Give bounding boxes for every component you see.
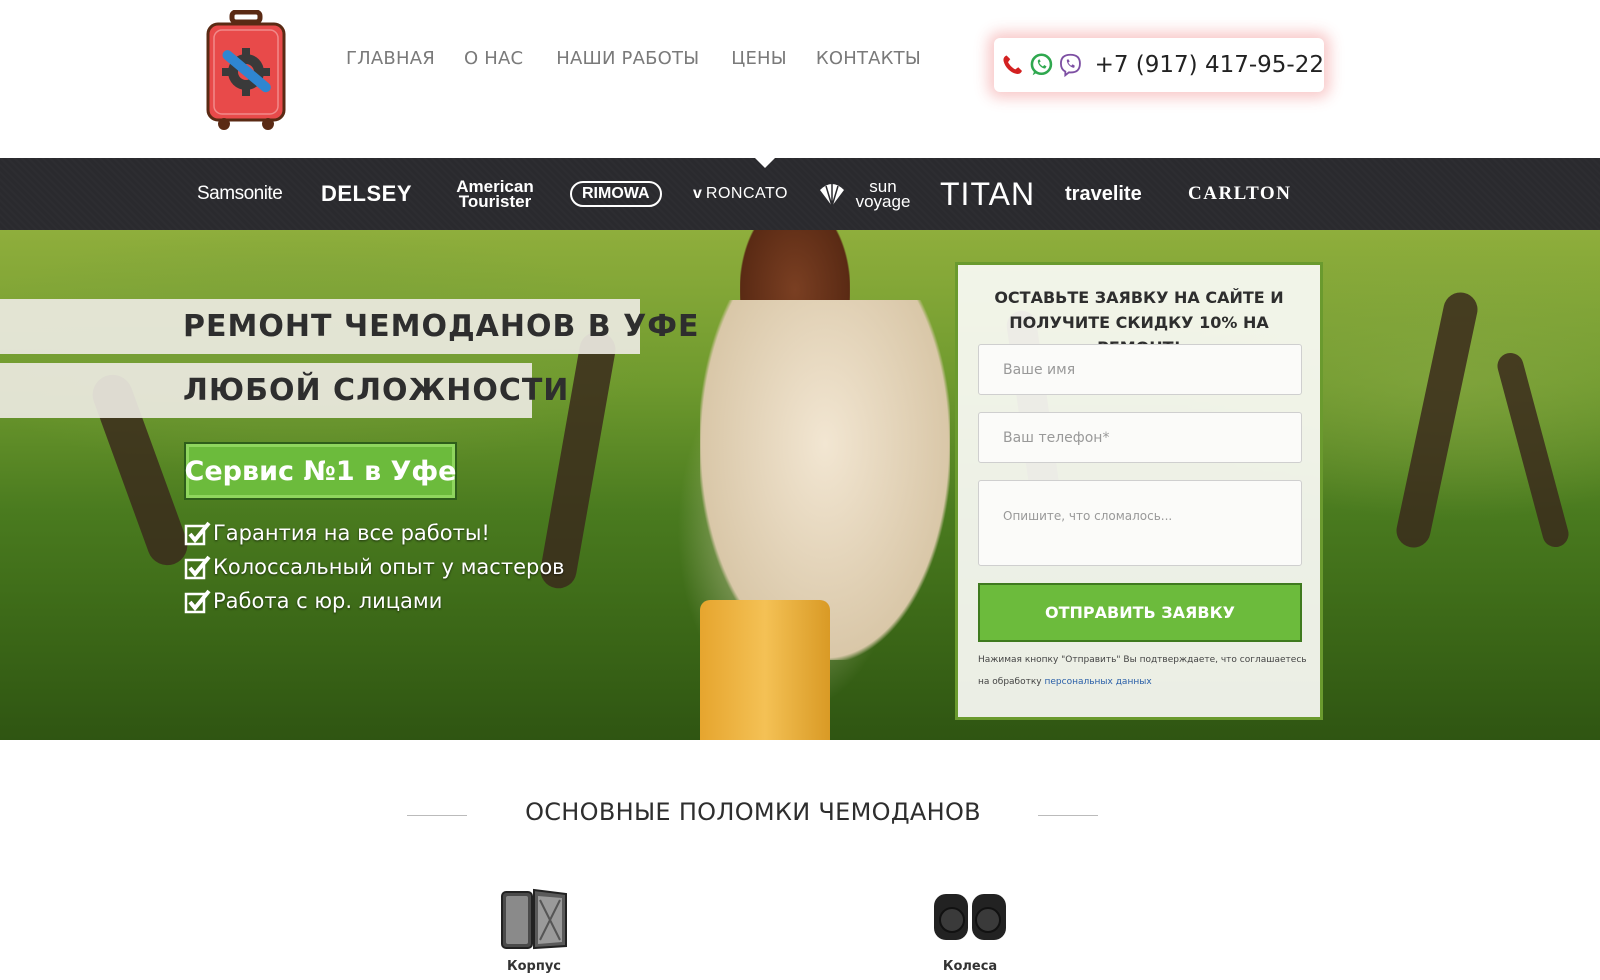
nav-item-works[interactable]: НАШИ РАБОТЫ (556, 48, 699, 69)
benefit-item: Гарантия на все работы! (184, 516, 565, 550)
personal-data-link[interactable]: персональных данных (1044, 677, 1151, 687)
logo-suitcase-icon[interactable] (206, 10, 286, 132)
breakage-item-label: Корпус (506, 959, 562, 974)
main-nav: ГЛАВНАЯ О НАС НАШИ РАБОТЫ ЦЕНЫ КОНТАКТЫ (346, 48, 921, 69)
background-tree (1494, 350, 1572, 550)
checkbox-checked-icon (184, 589, 211, 613)
roncato-mark-icon: v (693, 185, 702, 202)
shell-icon (820, 183, 844, 207)
brand-carlton: CARLTON (1188, 183, 1292, 204)
hero-section: РЕМОНТ ЧЕМОДАНОВ В УФЕ ЛЮБОЙ СЛОЖНОСТИ С… (0, 230, 1600, 740)
site-header: ГЛАВНАЯ О НАС НАШИ РАБОТЫ ЦЕНЫ КОНТАКТЫ … (0, 0, 1600, 158)
consent-text: Нажимая кнопку "Отправить" Вы подтвержда… (978, 655, 1307, 687)
nav-item-prices[interactable]: ЦЕНЫ (731, 48, 787, 69)
brand-rimowa: RIMOWA (570, 158, 662, 230)
message-textarea[interactable]: Опишите, что сломалось... (978, 480, 1302, 566)
breakage-item-wheels[interactable]: Колеса (910, 886, 1030, 974)
breakage-item-label: Колеса (942, 959, 998, 974)
brand-bar: Samsonite DELSEY American Tourister RIMO… (0, 157, 1600, 230)
benefit-item: Работа с юр. лицами (184, 584, 565, 618)
nav-item-about[interactable]: О НАС (464, 48, 523, 69)
background-tree (1393, 289, 1481, 551)
checkbox-checked-icon (184, 521, 211, 545)
service-badge: Сервис №1 в Уфе (184, 442, 457, 500)
breakage-item-body[interactable]: Корпус (474, 886, 594, 974)
brand-roncato: v RONCATO (693, 185, 788, 202)
section-title: ОСНОВНЫЕ ПОЛОМКИ ЧЕМОДАНОВ (525, 798, 981, 826)
brand-samsonite: Samsonite (197, 183, 283, 204)
hero-title-line2: ЛЮБОЙ СЛОЖНОСТИ (0, 363, 568, 418)
nav-item-home[interactable]: ГЛАВНАЯ (346, 48, 435, 69)
phone-input[interactable]: Ваш телефон* (978, 412, 1302, 463)
suitcase-open-icon (501, 888, 567, 950)
brand-travelite: travelite (1065, 182, 1142, 205)
nav-item-contacts[interactable]: КОНТАКТЫ (816, 48, 921, 69)
submit-button[interactable]: ОТПРАВИТЬ ЗАЯВКУ (978, 583, 1302, 642)
name-input[interactable]: Ваше имя (978, 344, 1302, 395)
phone-icon[interactable] (1000, 48, 1025, 82)
checkbox-checked-icon (184, 555, 211, 579)
brand-sun-voyage: sun voyage (818, 158, 914, 230)
divider-right (1038, 815, 1098, 816)
hero-title-line1: РЕМОНТ ЧЕМОДАНОВ В УФЕ (0, 299, 699, 354)
hero-photo-suitcase (700, 600, 830, 740)
viber-icon[interactable] (1058, 48, 1083, 82)
benefit-item: Колоссальный опыт у мастеров (184, 550, 565, 584)
whatsapp-icon[interactable] (1029, 48, 1054, 82)
request-form: ОСТАВЬТЕ ЗАЯВКУ НА САЙТЕ И ПОЛУЧИТЕ СКИД… (955, 262, 1323, 720)
wheels-icon (934, 894, 1006, 940)
brand-delsey: DELSEY (321, 181, 413, 206)
contact-box: +7 (917) 417-95-22 (994, 38, 1324, 92)
benefits-list: Гарантия на все работы! Колоссальный опы… (184, 516, 565, 618)
brand-american-tourister: American Tourister (456, 177, 534, 211)
brand-titan: TITAN (940, 175, 1036, 212)
phone-number[interactable]: +7 (917) 417-95-22 (1095, 52, 1324, 78)
